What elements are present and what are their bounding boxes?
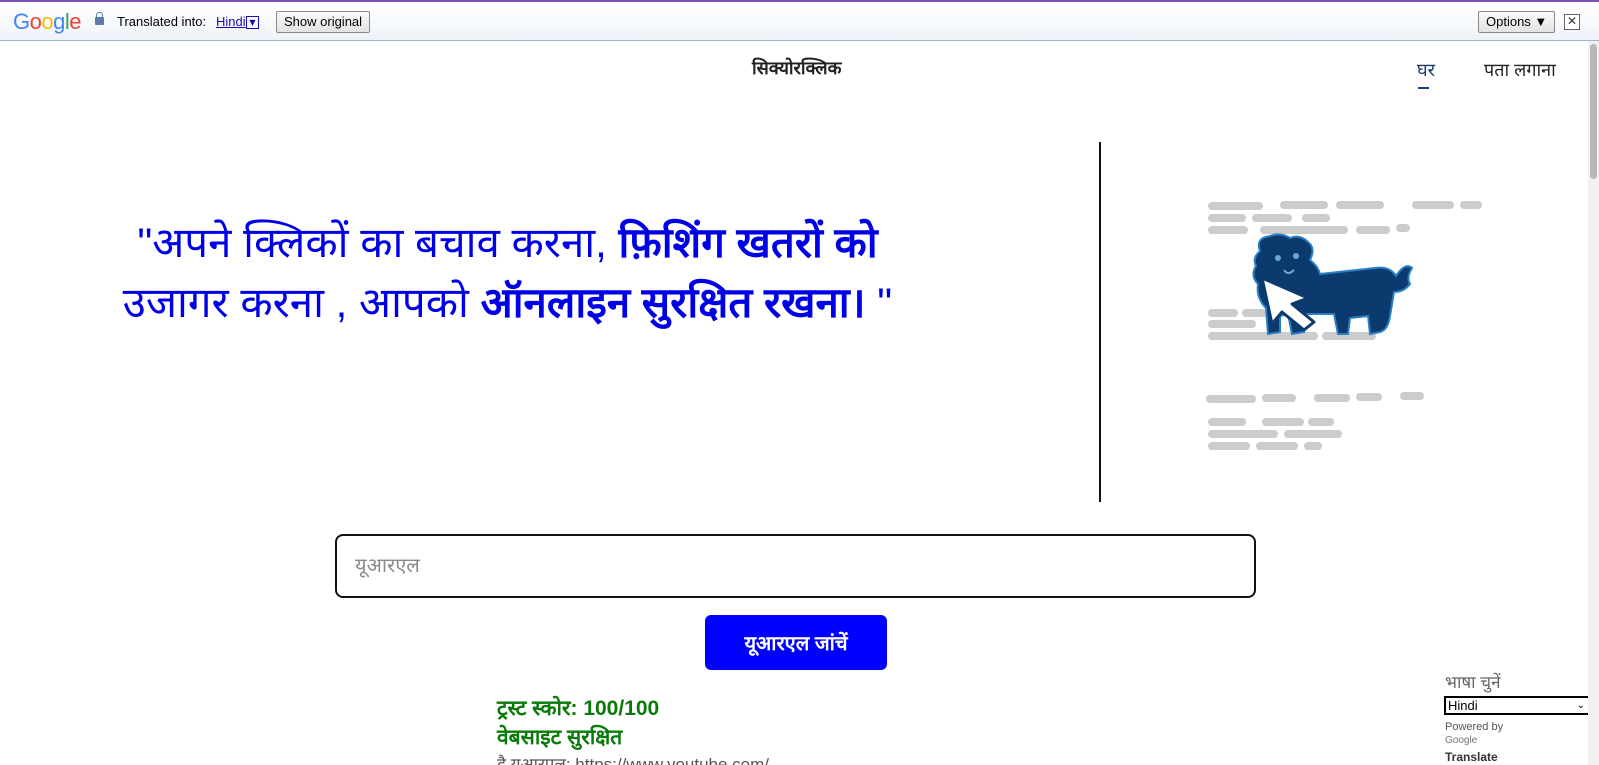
language-widget-title: भाषा चुनें [1445, 673, 1501, 692]
google-wordmark: Google [1445, 735, 1478, 746]
safety-status: वेबसाइट सुरक्षित [497, 726, 623, 749]
quote-bold-1: फ़िशिंग खतरों को [618, 219, 878, 266]
scrollbar-thumb[interactable] [1590, 44, 1597, 179]
translate-language-link[interactable]: Hindi [216, 14, 246, 29]
dog-cursor-illustration [1206, 201, 1482, 450]
translated-into-label: Translated into: [117, 14, 207, 29]
language-select-value: Hindi [1448, 698, 1478, 713]
language-select[interactable]: Hindi ⌄ [1444, 696, 1591, 715]
quote-part-2: उजागर करना , आपको [122, 279, 481, 326]
language-dropdown-icon[interactable]: ▼ [246, 16, 259, 29]
chevron-down-icon: ⌄ [1576, 700, 1585, 711]
nav-home-link[interactable]: घर [1417, 58, 1435, 82]
lock-icon [95, 12, 104, 25]
options-button[interactable]: Options ▼ [1478, 11, 1556, 33]
powered-by-label: Powered by [1445, 721, 1504, 733]
check-url-button[interactable]: यूआरएल जांचें [705, 615, 887, 670]
url-input[interactable] [335, 534, 1256, 598]
hero-divider [1099, 142, 1101, 502]
google-logo: Google [13, 9, 82, 34]
trust-score: ट्रस्ट स्कोर: 100/100 [497, 697, 660, 720]
show-original-button[interactable]: Show original [276, 11, 371, 33]
quote-bold-2: ऑनलाइन सुरक्षित रखना। [480, 279, 866, 326]
result-url: है यूआरएल: https://www.youtube.com/ [497, 755, 770, 765]
nav-active-indicator [1418, 87, 1429, 89]
site-brand[interactable]: सिक्योरक्लिक [752, 56, 841, 80]
google-translate-bar: Google Translated into: Hindi ▼ Show ori… [0, 0, 1599, 41]
nav-detect-link[interactable]: पता लगाना [1484, 58, 1556, 82]
close-icon[interactable]: ✕ [1564, 14, 1580, 30]
quote-part-1: "अपने क्लिकों का बचाव करना, [137, 219, 619, 266]
hero-quote: "अपने क्लिकों का बचाव करना, फ़िशिंग खतरो… [105, 213, 910, 333]
quote-end: " [865, 279, 893, 326]
translate-link[interactable]: Translate [1445, 750, 1498, 764]
